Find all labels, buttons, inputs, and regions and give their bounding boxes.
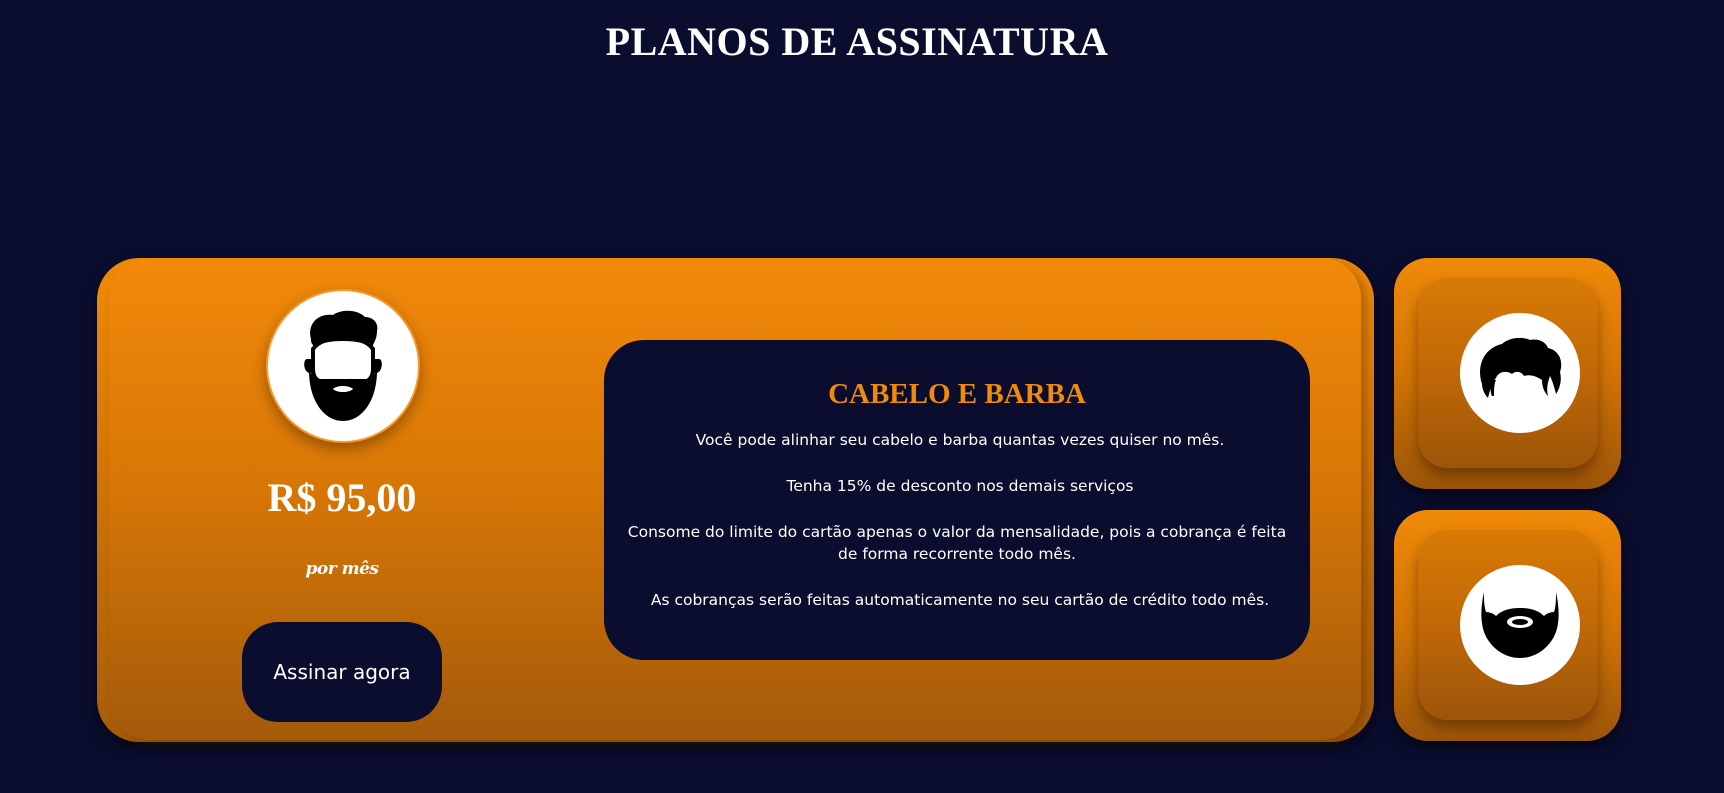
plan-details-box: CABELO E BARBA Você pode alinhar seu cab… <box>604 340 1310 660</box>
plan-details-title: CABELO E BARBA <box>828 378 1086 410</box>
side-plan-card-hair[interactable] <box>1394 258 1621 489</box>
side-plan-card-inner <box>1418 530 1598 720</box>
page-title: PLANOS DE ASSINATURA <box>605 19 1109 64</box>
plan-detail-line: Você pode alinhar seu cabelo e barba qua… <box>695 431 1225 449</box>
hair-icon <box>1460 313 1580 433</box>
side-plan-card-inner <box>1418 278 1598 468</box>
plan-period: por mês <box>305 559 379 579</box>
plan-detail-line: Consome do limite do cartão apenas o val… <box>627 523 1287 563</box>
plan-detail-line: As cobranças serão feitas automaticament… <box>650 591 1270 609</box>
beard-icon <box>1460 565 1580 685</box>
subscribe-button[interactable]: Assinar agora <box>242 622 442 722</box>
plan-detail-line: Tenha 15% de desconto nos demais serviço… <box>786 477 1134 495</box>
side-plan-card-beard[interactable] <box>1394 510 1621 741</box>
plan-price: R$ 95,00 <box>267 475 417 520</box>
bearded-man-icon <box>266 289 420 443</box>
